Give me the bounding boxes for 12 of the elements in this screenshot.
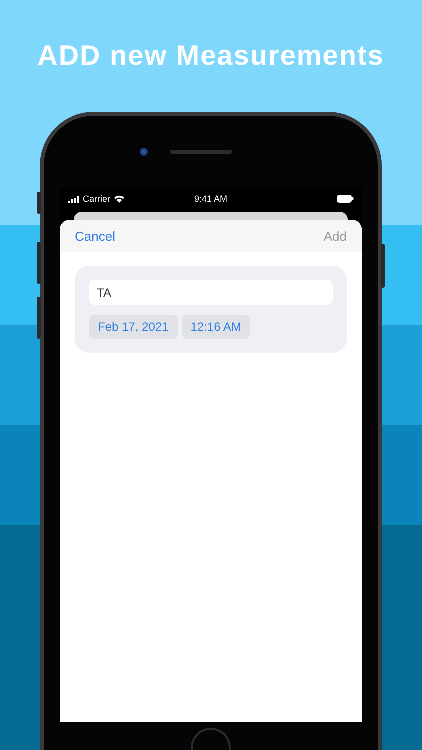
date-picker[interactable]: Feb 17, 2021 bbox=[89, 315, 178, 340]
signal-icon bbox=[68, 196, 80, 203]
clock: 9:41 AM bbox=[194, 194, 228, 204]
camera-icon bbox=[140, 148, 148, 156]
cancel-button[interactable]: Cancel bbox=[75, 228, 116, 244]
speaker-icon bbox=[170, 150, 232, 154]
carrier-label: Carrier bbox=[83, 194, 111, 204]
time-picker[interactable]: 12:16 AM bbox=[182, 315, 250, 340]
headline: ADD new Measurements bbox=[38, 40, 384, 72]
battery-icon bbox=[337, 195, 354, 204]
wifi-icon bbox=[114, 195, 125, 204]
name-field[interactable]: TA bbox=[89, 280, 333, 306]
